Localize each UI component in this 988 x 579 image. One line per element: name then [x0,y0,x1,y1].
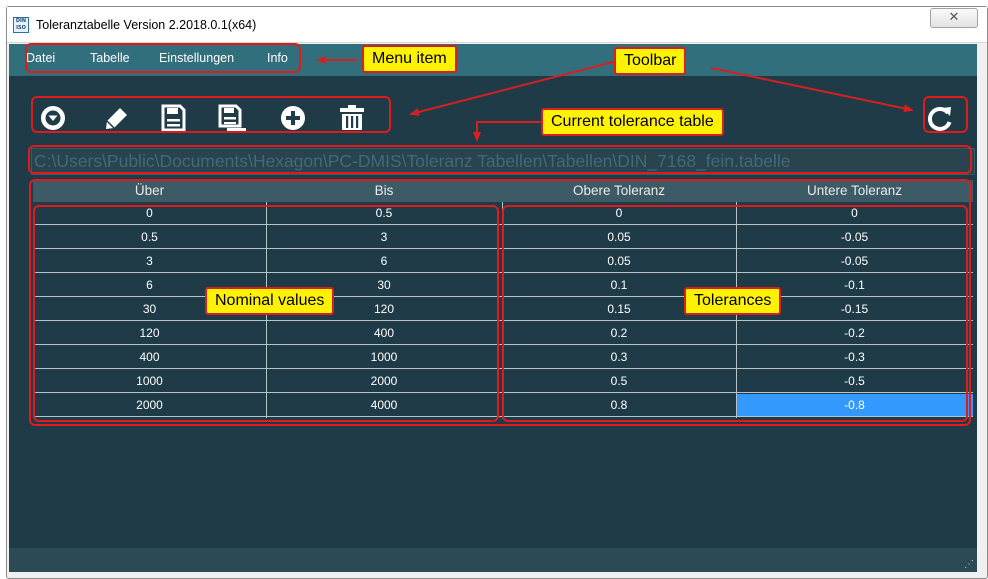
callout-nominal-values: Nominal values [205,287,335,315]
window-title: Toleranztabelle Version 2.2018.0.1(x64) [36,18,257,32]
menu-highlight-frame [25,43,301,73]
callout-tolerances: Tolerances [684,287,782,315]
callout-toolbar: Toolbar [614,47,687,75]
refresh-highlight-frame [923,96,968,133]
path-highlight-frame [28,145,972,174]
callout-current-tolerance-table: Current tolerance table [541,108,724,136]
close-button[interactable]: ✕ [930,8,978,28]
toolbar-highlight-frame [31,96,391,133]
din-iso-app-icon: DIN ISO [13,17,29,33]
status-bar: ⋰ [9,548,977,572]
resize-grip-icon[interactable]: ⋰ [964,560,974,570]
title-bar: DIN ISO Toleranztabelle Version 2.2018.0.… [7,7,987,43]
callout-menu-item: Menu item [362,45,457,73]
